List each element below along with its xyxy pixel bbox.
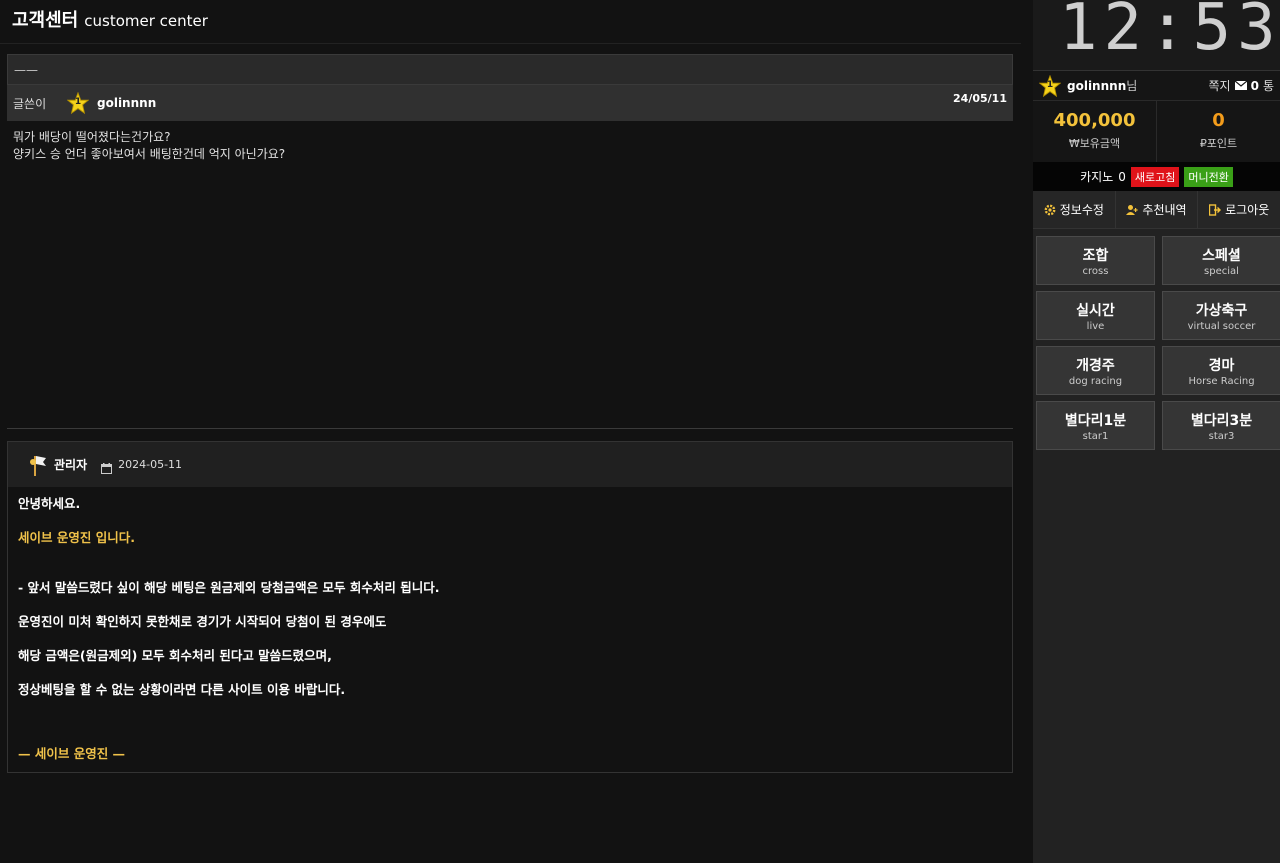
post-body: 뭐가 배당이 떨어졌다는건가요? 양키스 승 언더 좋아보여서 배팅한건데 억지… xyxy=(7,121,1013,429)
post-date: 24/05/11 xyxy=(953,92,1007,105)
game-sublabel: star1 xyxy=(1082,431,1109,442)
reply-line: 운영진이 미처 확인하지 못한채로 경기가 시작되어 당첨이 된 경우에도 xyxy=(18,614,387,629)
game-label: 개경주 xyxy=(1076,358,1115,374)
game-cross-button[interactable]: 조합 cross xyxy=(1036,236,1155,285)
mail-icon[interactable] xyxy=(1234,81,1247,90)
casino-label: 카지노 xyxy=(1080,170,1114,184)
game-label: 가상축구 xyxy=(1195,303,1248,319)
game-special-button[interactable]: 스페셜 special xyxy=(1162,236,1280,285)
logout-label: 로그아웃 xyxy=(1225,203,1270,217)
calendar-icon xyxy=(101,459,113,474)
messages-link[interactable]: 쪽지 xyxy=(1209,77,1231,94)
reply-date: 2024-05-11 xyxy=(118,458,183,471)
reply-line: 정상베팅을 할 수 없는 상황이라면 다른 사이트 이용 바랍니다. xyxy=(18,682,346,697)
reply-line: 해당 금액은(원금제외) 모두 회수처리 된다고 말씀드렸으며, xyxy=(18,648,332,663)
reply-signature: — 세이브 운영진 — xyxy=(18,746,126,761)
author-name: golinnnn xyxy=(97,96,157,110)
page: 고객센터 customer center —— 글쓴이 1 golinnnn 2… xyxy=(0,0,1280,863)
page-header: 고객센터 customer center xyxy=(0,0,1021,44)
balance-box: 400,000 ₩보유금액 xyxy=(1033,101,1156,162)
game-label: 조합 xyxy=(1082,248,1109,264)
gear-icon xyxy=(1044,204,1056,215)
casino-value: 0 xyxy=(1118,169,1126,184)
money-convert-button[interactable]: 머니전환 xyxy=(1184,166,1233,187)
level-star-icon: 1 xyxy=(66,91,90,115)
logout-link[interactable]: 로그아웃 xyxy=(1197,191,1280,228)
main-content: 고객센터 customer center —— 글쓴이 1 golinnnn 2… xyxy=(0,0,1021,863)
refresh-button[interactable]: 새로고침 xyxy=(1130,166,1180,187)
balance-label: ₩보유금액 xyxy=(1068,137,1121,150)
recommend-label: 추천내역 xyxy=(1142,203,1187,217)
game-sublabel: virtual soccer xyxy=(1187,321,1256,332)
game-star3-button[interactable]: 별다리3분 star3 xyxy=(1162,401,1280,450)
game-horse-racing-button[interactable]: 경마 Horse Racing xyxy=(1162,346,1280,395)
points-box: 0 ₽포인트 xyxy=(1156,101,1280,162)
user-name: golinnnn xyxy=(1067,78,1127,93)
game-label: 실시간 xyxy=(1076,303,1115,319)
points-label: ₽포인트 xyxy=(1199,137,1238,150)
points-value: 0 xyxy=(1212,110,1225,131)
account-links: 정보수정 추천내역 로그아웃 xyxy=(1033,191,1280,229)
user-bar: 1 golinnnn 님 쪽지 0 통 xyxy=(1033,70,1280,100)
post-line: 양키스 승 언더 좋아보여서 배팅한건데 억지 아닌가요? xyxy=(13,147,286,161)
game-sublabel: special xyxy=(1204,266,1239,277)
level-star-icon: 1 xyxy=(1038,74,1062,97)
game-sublabel: Horse Racing xyxy=(1188,376,1255,387)
post-meta: 글쓴이 1 golinnnn 24/05/11 xyxy=(7,85,1013,121)
game-label: 별다리3분 xyxy=(1190,413,1253,429)
admin-flag-icon xyxy=(28,453,48,477)
game-label: 스페셜 xyxy=(1202,248,1241,264)
game-label: 경마 xyxy=(1208,358,1235,374)
reply-header: 관리자 2024-05-11 xyxy=(8,442,1012,487)
reply-line: 안녕하세요. xyxy=(18,496,81,511)
game-sublabel: cross xyxy=(1082,266,1109,277)
page-title: 고객센터 xyxy=(12,10,79,31)
page-subtitle: customer center xyxy=(84,12,208,30)
post-line: 뭐가 배당이 떨어졌다는건가요? xyxy=(13,130,171,144)
game-sublabel: star3 xyxy=(1208,431,1235,442)
game-sublabel: live xyxy=(1086,321,1105,332)
author-label: 글쓴이 xyxy=(13,96,47,111)
message-count: 0 xyxy=(1250,78,1259,93)
post-title-bar: —— xyxy=(7,54,1013,85)
reply-line: 세이브 운영진 입니다. xyxy=(18,530,135,545)
message-unit: 통 xyxy=(1262,79,1274,93)
user-level: 1 xyxy=(1046,79,1054,90)
game-menu: 조합 cross 스페셜 special 실시간 live 가상축구 virtu… xyxy=(1033,229,1280,457)
author-level: 1 xyxy=(74,97,82,107)
balances: 400,000 ₩보유금액 0 ₽포인트 xyxy=(1033,100,1280,162)
game-dog-racing-button[interactable]: 개경주 dog racing xyxy=(1036,346,1155,395)
logout-icon xyxy=(1209,203,1222,216)
edit-info-label: 정보수정 xyxy=(1059,203,1104,217)
game-live-button[interactable]: 실시간 live xyxy=(1036,291,1155,340)
casino-bar: 카지노 0 새로고침 머니전환 xyxy=(1033,162,1280,191)
user-plus-icon xyxy=(1126,204,1139,215)
post: —— 글쓴이 1 golinnnn 24/05/11 뭐가 배당이 떨어졌다는건… xyxy=(7,54,1013,429)
edit-info-link[interactable]: 정보수정 xyxy=(1033,191,1115,228)
game-sublabel: dog racing xyxy=(1068,376,1123,387)
admin-reply: 관리자 2024-05-11 안녕하세요. 세이브 운영진 입니다. - 앞서 … xyxy=(7,441,1013,773)
clock: 12:53:10 xyxy=(1033,0,1280,70)
reply-line: - 앞서 말씀드렸다 싶이 해당 베팅은 원금제외 당첨금액은 모두 회수처리 … xyxy=(18,580,440,595)
game-label: 별다리1분 xyxy=(1064,413,1127,429)
user-suffix: 님 xyxy=(1126,79,1138,93)
recommend-link[interactable]: 추천내역 xyxy=(1114,191,1198,228)
sidebar: 12:53:10 1 golinnnn 님 쪽지 0 통 400,000 ₩보유… xyxy=(1033,0,1280,863)
balance-value: 400,000 xyxy=(1053,110,1136,131)
reply-author: 관리자 xyxy=(54,458,88,472)
reply-spacer xyxy=(18,563,1002,579)
game-virtual-soccer-button[interactable]: 가상축구 virtual soccer xyxy=(1162,291,1280,340)
reply-spacer xyxy=(18,715,1002,745)
game-star1-button[interactable]: 별다리1분 star1 xyxy=(1036,401,1155,450)
reply-body: 안녕하세요. 세이브 운영진 입니다. - 앞서 말씀드렸다 싶이 해당 베팅은… xyxy=(8,487,1012,787)
